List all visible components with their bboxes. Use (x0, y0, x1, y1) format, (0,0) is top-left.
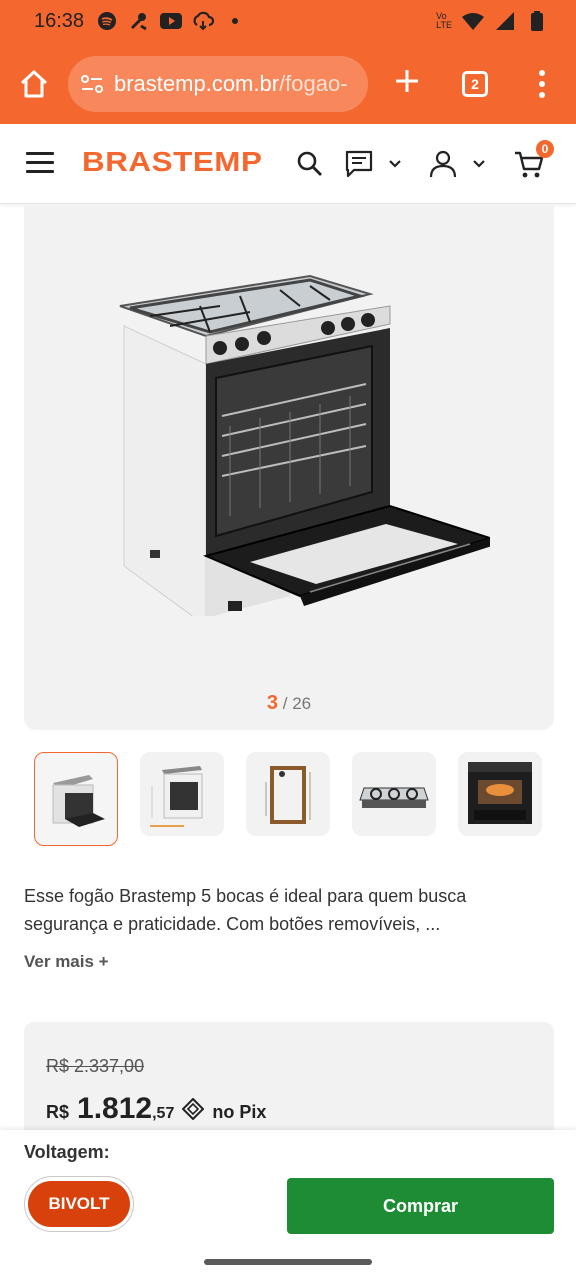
dot-icon (224, 10, 246, 32)
status-system-icons: Vo LTE (436, 10, 548, 32)
product-image-gallery[interactable]: 3 / 26 (24, 206, 554, 730)
browser-toolbar: brastemp.com.br/fogao- 2 (0, 46, 576, 124)
image-counter: 3 / 26 (24, 692, 554, 715)
thumbnail-3[interactable] (246, 752, 330, 836)
site-settings-icon[interactable] (80, 74, 104, 94)
url-text: brastemp.com.br/fogao- (114, 71, 348, 97)
payment-method-label: no Pix (212, 1102, 267, 1122)
gesture-nav-handle[interactable] (204, 1259, 372, 1265)
browser-menu-button[interactable] (532, 68, 552, 100)
status-bar: 16:38 Vo LTE (0, 0, 576, 46)
more-vert-icon (539, 70, 545, 98)
tab-switcher-button[interactable]: 2 (462, 71, 488, 97)
thumbnail-4[interactable] (352, 752, 436, 836)
buy-button[interactable]: Comprar (287, 1178, 554, 1234)
cloud-icon (192, 10, 214, 32)
chevron-down-icon (389, 160, 401, 168)
image-counter-current: 3 (266, 692, 279, 714)
chevron-down-icon (473, 160, 485, 168)
price-cents: ,57 (152, 1105, 175, 1122)
url-domain: brastemp.com.br (114, 71, 280, 96)
home-button[interactable] (16, 66, 52, 102)
product-description: Esse fogão Brastemp 5 bocas é ideal para… (24, 886, 467, 934)
thumbnail-2[interactable] (140, 752, 224, 836)
current-price: R$ 1.812 ,57 no Pix (46, 1092, 266, 1126)
account-button[interactable] (428, 148, 486, 180)
old-price: R$ 2.337,00 (46, 1056, 145, 1076)
wifi-icon (462, 10, 484, 32)
oven-interior-thumbnail (468, 762, 532, 824)
image-counter-total: / 26 (282, 694, 312, 713)
tools-icon (128, 10, 150, 32)
thumbnail-1[interactable] (34, 752, 118, 846)
stove-image (119, 274, 490, 616)
messages-button[interactable] (344, 148, 402, 180)
home-icon (20, 70, 48, 98)
chat-icon (345, 150, 373, 178)
signal-icon (494, 10, 516, 32)
stove-thumbnail (52, 775, 105, 827)
stove-dimensions-thumbnail (150, 766, 203, 827)
status-time: 16:38 (34, 10, 85, 32)
plus-icon (396, 70, 418, 92)
site-header: BRASTEMP (0, 124, 576, 204)
network-label: Vo LTE (436, 11, 452, 30)
new-tab-button[interactable] (392, 66, 422, 102)
youtube-icon (160, 10, 182, 32)
voltage-option-frame: BIVOLT (24, 1176, 134, 1232)
cooktop-thumbnail (359, 787, 429, 808)
pix-icon (182, 1098, 205, 1120)
thumbnail-strip (34, 752, 554, 848)
menu-icon[interactable] (26, 152, 54, 174)
currency-symbol: R$ (46, 1102, 70, 1122)
voltage-label: Voltagem: (24, 1142, 110, 1162)
spotify-icon (96, 10, 118, 32)
brand-logo[interactable]: BRASTEMP (82, 146, 262, 178)
see-more-link[interactable]: Ver mais + (24, 952, 109, 972)
user-icon (429, 150, 457, 178)
thumbnail-5[interactable] (458, 752, 542, 836)
url-bar[interactable]: brastemp.com.br/fogao- (68, 56, 368, 112)
voltage-option-bivolt[interactable]: BIVOLT (28, 1181, 130, 1227)
search-icon (297, 151, 322, 176)
screen: 16:38 Vo LTE brastemp.com.br/fogao- 2 BR… (0, 0, 576, 1280)
price-integer: 1.812 (77, 1092, 153, 1125)
purchase-bar: Voltagem: BIVOLT Comprar (0, 1130, 576, 1248)
cart-count-badge: 0 (536, 140, 554, 158)
status-notification-icons (96, 10, 246, 32)
url-path: /fogao- (279, 71, 348, 96)
wood-cabinet-thumbnail (265, 766, 311, 824)
search-button[interactable] (296, 148, 324, 180)
battery-icon (526, 10, 548, 32)
